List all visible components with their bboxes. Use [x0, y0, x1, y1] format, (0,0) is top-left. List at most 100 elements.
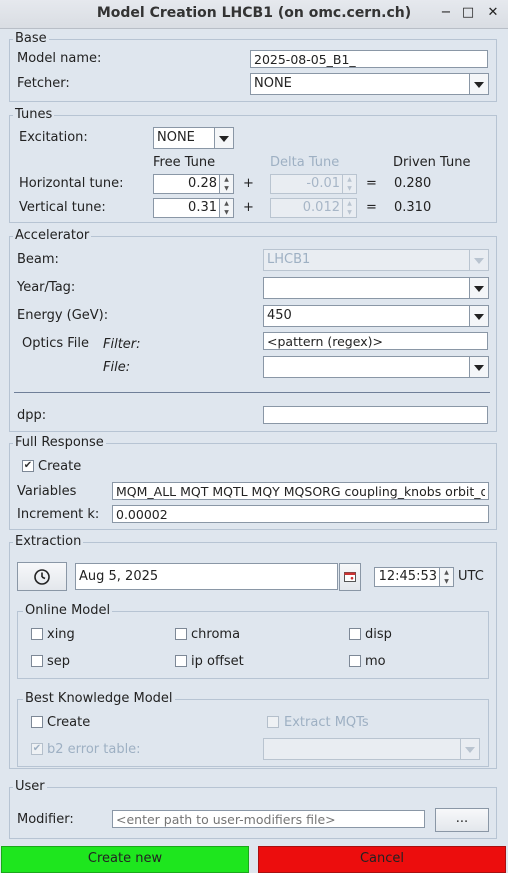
beam-label: Beam: [17, 252, 59, 267]
cancel-button[interactable]: Cancel [258, 846, 506, 873]
plus-sign: + [243, 200, 254, 215]
online-model-legend: Online Model [23, 603, 113, 618]
vertical-tune-label: Vertical tune: [19, 200, 106, 215]
spinner-down-icon: ▼ [342, 208, 356, 217]
modifier-input[interactable] [112, 810, 425, 828]
excitation-select[interactable]: NONE [153, 127, 234, 149]
excitation-value: NONE [157, 130, 195, 145]
model-name-input[interactable] [250, 50, 488, 68]
maximize-icon[interactable]: □ [459, 4, 477, 22]
chevron-down-icon[interactable] [469, 278, 488, 298]
cancel-label: Cancel [359, 851, 405, 866]
extraction-time-spinner[interactable]: 12:45:53 ▲ ▼ [374, 567, 454, 587]
chevron-down-icon[interactable] [469, 357, 488, 377]
variables-label: Variables [17, 484, 77, 499]
extraction-date-input[interactable] [75, 563, 338, 590]
disp-checkbox[interactable] [349, 628, 361, 640]
year-tag-select[interactable] [263, 277, 489, 299]
fetcher-label: Fetcher: [17, 76, 70, 91]
chevron-down-icon [460, 739, 479, 759]
chevron-down-icon[interactable] [469, 306, 488, 326]
bk-create-label: Create [47, 715, 91, 730]
mo-label: mo [365, 654, 386, 669]
horizontal-free-tune-spinner[interactable]: 0.28 ▲ ▼ [153, 174, 234, 194]
calendar-icon [344, 572, 356, 582]
spinner-up-icon: ▲ [342, 175, 356, 184]
spinner-up-icon[interactable]: ▲ [219, 199, 233, 208]
file-label: File: [103, 360, 131, 375]
window-title: Model Creation LHCB1 (on omc.cern.ch) [96, 5, 412, 21]
equals-sign: = [366, 176, 377, 191]
chevron-down-icon[interactable] [469, 74, 488, 94]
spinner-down-icon[interactable]: ▼ [219, 184, 233, 193]
bk-create-checkbox[interactable] [31, 716, 43, 728]
now-button[interactable] [17, 562, 67, 591]
spinner-down-icon: ▼ [342, 184, 356, 193]
beam-select: LHCB1 [263, 249, 489, 271]
excitation-label: Excitation: [19, 130, 88, 145]
mo-checkbox[interactable] [349, 655, 361, 667]
extract-mqts-checkbox [267, 716, 279, 728]
spinner-up-icon[interactable]: ▲ [219, 175, 233, 184]
b2-error-table-checkbox: ✔ [31, 743, 43, 755]
full-response-create-label: Create [38, 459, 82, 474]
vertical-delta-tune-spinner: 0.012 ▲ ▼ [270, 198, 357, 218]
dpp-input[interactable] [263, 406, 488, 424]
modifier-label: Modifier: [17, 812, 74, 827]
delta-tune-header: Delta Tune [270, 155, 340, 170]
horizontal-tune-label: Horizontal tune: [19, 176, 124, 191]
driven-tune-header: Driven Tune [393, 155, 471, 170]
vertical-delta-tune-value: 0.012 [302, 200, 340, 215]
spinner-down-icon[interactable]: ▼ [219, 208, 233, 217]
filter-label: Filter: [103, 337, 141, 352]
model-name-label: Model name: [17, 51, 102, 66]
accelerator-legend: Accelerator [13, 228, 92, 243]
fetcher-select[interactable]: NONE [250, 73, 489, 95]
clock-icon [34, 569, 50, 585]
sep-checkbox[interactable] [31, 655, 43, 667]
chroma-checkbox[interactable] [175, 628, 187, 640]
filter-input[interactable] [263, 332, 488, 350]
close-icon[interactable]: ✕ [484, 4, 502, 22]
vertical-free-tune-spinner[interactable]: 0.31 ▲ ▼ [153, 198, 234, 218]
browse-button[interactable]: ... [435, 808, 489, 832]
spinner-down-icon[interactable]: ▼ [439, 577, 453, 586]
year-tag-label: Year/Tag: [17, 280, 76, 295]
horizontal-driven-tune: 0.280 [394, 176, 432, 191]
fetcher-value: NONE [254, 76, 292, 91]
full-response-legend: Full Response [13, 435, 106, 450]
chroma-label: chroma [191, 627, 241, 642]
minimize-icon[interactable]: − [437, 4, 455, 22]
horizontal-delta-tune-value: -0.01 [306, 176, 340, 191]
equals-sign: = [366, 200, 377, 215]
xing-checkbox[interactable] [31, 628, 43, 640]
disp-label: disp [365, 627, 392, 642]
vertical-driven-tune: 0.310 [394, 200, 432, 215]
horizontal-free-tune-value: 0.28 [188, 176, 217, 191]
calendar-button[interactable] [339, 563, 361, 591]
online-model-panel [17, 611, 489, 679]
energy-select[interactable]: 450 [263, 305, 489, 327]
increment-k-label: Increment k: [17, 507, 100, 522]
create-new-label: Create new [87, 851, 163, 866]
energy-value: 450 [267, 308, 292, 323]
increment-k-input[interactable] [112, 505, 489, 523]
horizontal-delta-tune-spinner: -0.01 ▲ ▼ [270, 174, 357, 194]
create-new-button[interactable]: Create new [1, 846, 249, 873]
energy-label: Energy (GeV): [17, 308, 109, 323]
full-response-create-checkbox[interactable]: ✔ [22, 460, 34, 472]
extraction-legend: Extraction [13, 534, 84, 549]
ip-offset-checkbox[interactable] [175, 655, 187, 667]
b2-error-table-label: b2 error table: [47, 742, 141, 757]
file-select[interactable] [263, 356, 489, 378]
b2-error-table-select [263, 738, 480, 760]
plus-sign: + [243, 176, 254, 191]
vertical-free-tune-value: 0.31 [188, 200, 217, 215]
xing-label: xing [47, 627, 75, 642]
dpp-label: dpp: [17, 408, 47, 423]
spinner-up-icon[interactable]: ▲ [439, 568, 453, 577]
spinner-up-icon: ▲ [342, 199, 356, 208]
variables-input[interactable] [112, 482, 489, 500]
chevron-down-icon[interactable] [214, 128, 233, 148]
base-legend: Base [13, 31, 49, 46]
